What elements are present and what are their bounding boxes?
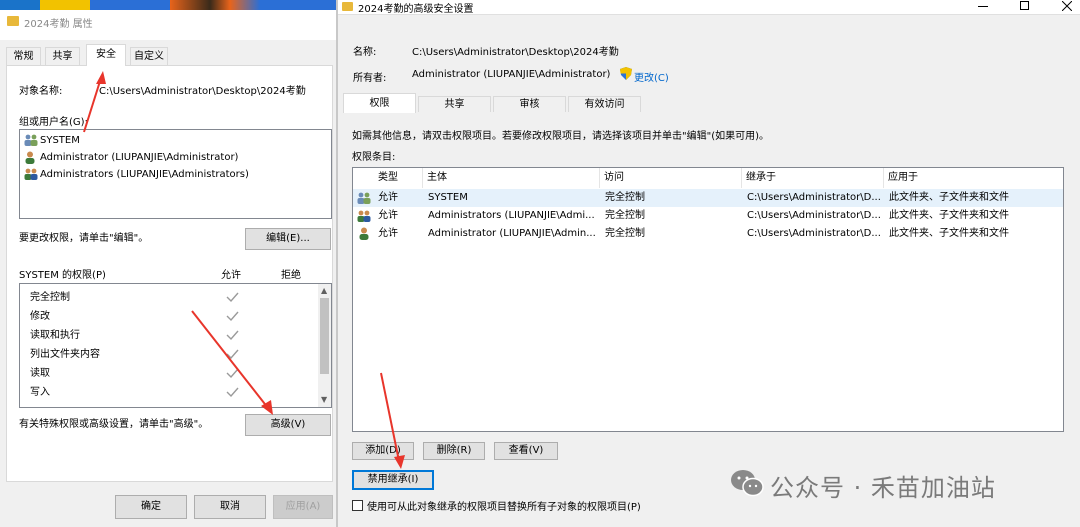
arrow-to-disable-inheritance xyxy=(380,372,405,469)
tab-security[interactable]: 安全 xyxy=(86,44,126,66)
annotation-arrows xyxy=(83,71,405,469)
arrow-to-security-tab xyxy=(83,71,106,133)
tab-permissions[interactable]: 权限 xyxy=(343,93,416,113)
arrow-to-advanced-button xyxy=(191,310,273,415)
